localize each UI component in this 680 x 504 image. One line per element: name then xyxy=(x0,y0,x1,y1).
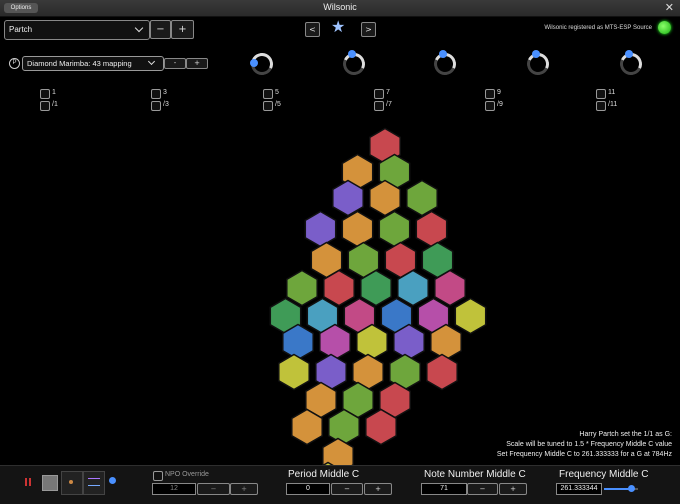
hex-lattice xyxy=(269,127,487,499)
npo-plus-button[interactable]: + xyxy=(230,483,258,495)
connections-view-icon[interactable] xyxy=(83,471,105,495)
grid-view-icon[interactable] xyxy=(42,475,58,491)
note-plus-button[interactable]: + xyxy=(499,483,527,495)
period-title: Period Middle C xyxy=(288,469,360,480)
frequency-slider-fill xyxy=(604,488,632,490)
period-value[interactable]: 0 xyxy=(286,483,330,495)
pause-icon[interactable] xyxy=(25,478,27,486)
npo-minus-button[interactable]: − xyxy=(197,483,230,495)
note-number-value[interactable]: 71 xyxy=(421,483,467,495)
hex-key[interactable] xyxy=(406,179,438,217)
hex-key[interactable] xyxy=(278,353,310,391)
npo-override-checkbox[interactable] xyxy=(153,471,163,481)
hex-key[interactable] xyxy=(341,210,374,248)
period-minus-button[interactable]: − xyxy=(331,483,363,495)
period-plus-button[interactable]: + xyxy=(364,483,392,495)
note-minus-button[interactable]: − xyxy=(467,483,498,495)
note-number-title: Note Number Middle C xyxy=(424,469,526,480)
frequency-slider-knob[interactable] xyxy=(628,485,636,492)
hex-key[interactable] xyxy=(454,297,487,335)
bottom-bar: NPO Override 12 − + Period Middle C 0 − … xyxy=(0,465,680,504)
npo-override-label: NPO Override xyxy=(165,471,209,478)
hex-key[interactable] xyxy=(286,269,318,307)
info-line-3: Set Frequency Middle C to 261.333333 for… xyxy=(496,451,672,458)
view-slider-knob[interactable] xyxy=(109,477,116,484)
hex-key[interactable] xyxy=(415,210,448,248)
npo-value[interactable]: 12 xyxy=(152,483,196,495)
info-line-1: Harry Partch set the 1/1 as G: xyxy=(579,431,672,438)
hex-key[interactable] xyxy=(426,353,458,391)
frequency-title: Frequency Middle C xyxy=(559,469,649,480)
frequency-value[interactable]: 261.333344 xyxy=(556,483,602,495)
hex-key[interactable] xyxy=(378,210,411,248)
hex-key[interactable] xyxy=(304,210,337,248)
lattice-view-icon[interactable] xyxy=(61,471,83,495)
info-line-2: Scale will be tuned to 1.5 * Frequency M… xyxy=(506,441,672,448)
